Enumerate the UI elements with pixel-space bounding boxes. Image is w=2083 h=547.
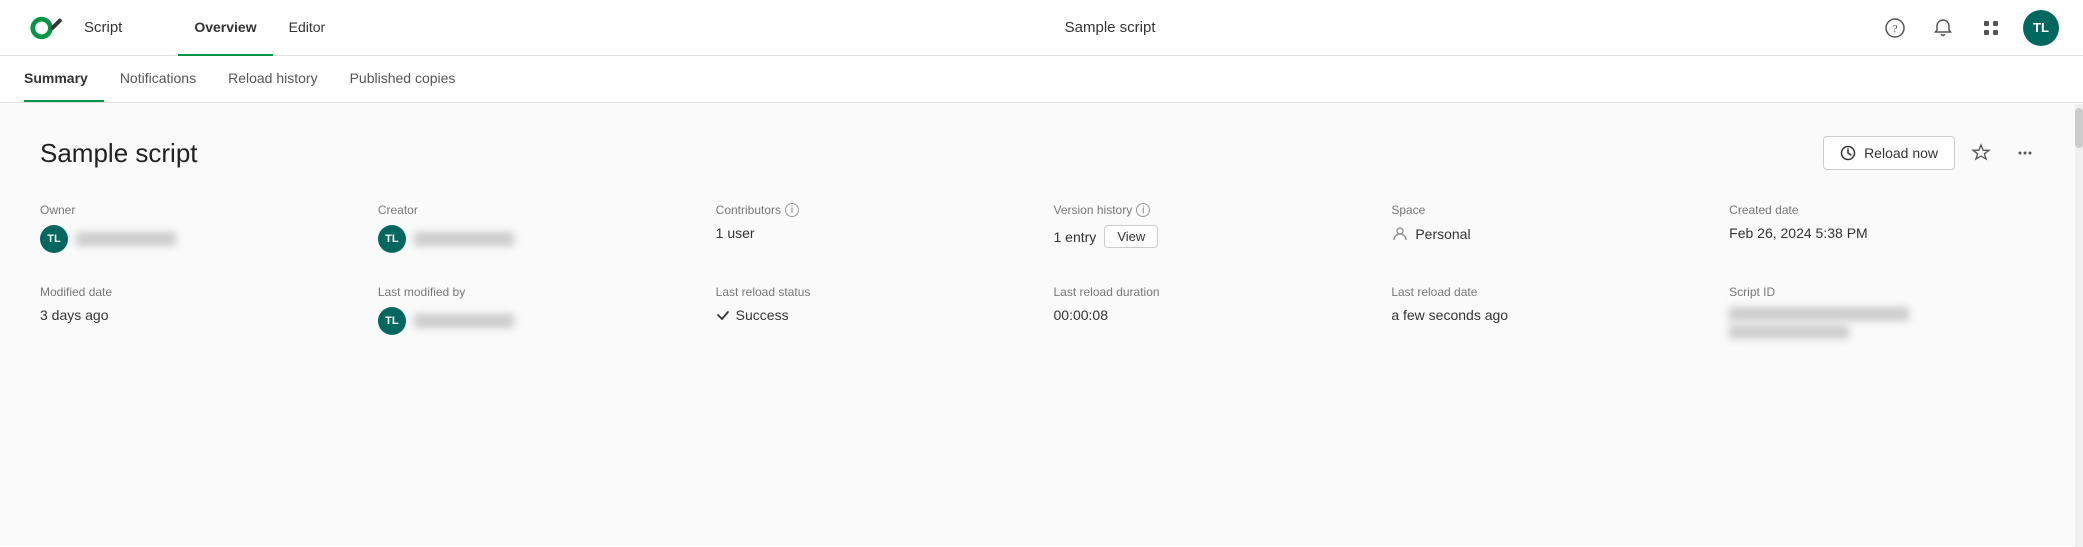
- last-reload-status-label: Last reload status: [716, 285, 1030, 299]
- tab-summary[interactable]: Summary: [24, 56, 104, 102]
- tab-reload-history[interactable]: Reload history: [212, 56, 334, 102]
- last-reload-duration-label: Last reload duration: [1054, 285, 1368, 299]
- last-modified-by-name: [414, 314, 514, 328]
- top-nav: Script Overview Editor Sample script ?: [0, 0, 2083, 56]
- bell-icon: [1933, 18, 1953, 38]
- meta-script-id: Script ID: [1729, 285, 2043, 339]
- nav-links: Overview Editor: [178, 0, 341, 56]
- script-id-value: [1729, 307, 2043, 339]
- modified-date-label: Modified date: [40, 285, 354, 299]
- contributors-info-icon[interactable]: i: [785, 203, 799, 217]
- contributors-label-row: Contributors i: [716, 203, 1030, 217]
- version-view-button[interactable]: View: [1104, 225, 1158, 248]
- meta-creator: Creator TL: [378, 203, 692, 253]
- meta-last-modified-by: Last modified by TL: [378, 285, 692, 339]
- owner-name: [76, 232, 176, 246]
- meta-last-reload-status: Last reload status Success: [716, 285, 1030, 339]
- meta-owner: Owner TL: [40, 203, 354, 253]
- version-history-value: 1 entry: [1054, 229, 1097, 245]
- scrollbar-thumb[interactable]: [2075, 108, 2083, 148]
- reload-status-row: Success: [716, 307, 1030, 323]
- script-id-line1: [1729, 307, 1909, 321]
- creator-row: TL: [378, 225, 692, 253]
- contributors-value: 1 user: [716, 225, 1030, 241]
- contributors-label: Contributors: [716, 203, 781, 217]
- last-modified-by-avatar: TL: [378, 307, 406, 335]
- space-value-row: Personal: [1391, 225, 1705, 243]
- sub-tabs: Summary Notifications Reload history Pub…: [0, 56, 2083, 103]
- tab-published-copies[interactable]: Published copies: [334, 56, 472, 102]
- meta-contributors: Contributors i 1 user: [716, 203, 1030, 253]
- script-id-label: Script ID: [1729, 285, 2043, 299]
- last-reload-status-value: Success: [736, 307, 789, 323]
- last-modified-by-label: Last modified by: [378, 285, 692, 299]
- last-modified-by-row: TL: [378, 307, 692, 335]
- user-avatar[interactable]: TL: [2023, 10, 2059, 46]
- owner-label: Owner: [40, 203, 354, 217]
- nav-center-title: Sample script: [341, 19, 1879, 36]
- scrollbar[interactable]: [2075, 104, 2083, 547]
- more-options-button[interactable]: [2007, 135, 2043, 171]
- more-icon: [2015, 143, 2035, 163]
- nav-link-overview[interactable]: Overview: [178, 0, 272, 56]
- main-content: Sample script Reload now: [0, 103, 2083, 546]
- page-title: Sample script: [40, 138, 198, 169]
- reload-now-button[interactable]: Reload now: [1823, 136, 1955, 170]
- created-date-value: Feb 26, 2024 5:38 PM: [1729, 225, 2043, 241]
- meta-last-reload-duration: Last reload duration 00:00:08: [1054, 285, 1368, 339]
- content-header: Sample script Reload now: [40, 135, 2043, 171]
- last-reload-date-label: Last reload date: [1391, 285, 1705, 299]
- nav-script-label: Script: [84, 19, 122, 36]
- script-id-line2: [1729, 325, 1849, 339]
- metadata-grid: Owner TL Creator TL Contributors i 1 use…: [40, 203, 2043, 339]
- version-history-info-icon[interactable]: i: [1136, 203, 1150, 217]
- reload-icon: [1840, 145, 1856, 161]
- help-icon: ?: [1885, 18, 1905, 38]
- meta-space: Space Personal: [1391, 203, 1705, 253]
- creator-label: Creator: [378, 203, 692, 217]
- owner-row: TL: [40, 225, 354, 253]
- svg-text:?: ?: [1892, 21, 1897, 35]
- meta-modified-date: Modified date 3 days ago: [40, 285, 354, 339]
- person-icon: [1391, 225, 1409, 243]
- last-reload-date-value: a few seconds ago: [1391, 307, 1705, 323]
- check-icon: [716, 308, 730, 322]
- grid-icon: [1981, 18, 2001, 38]
- tab-notifications[interactable]: Notifications: [104, 56, 212, 102]
- meta-version-history: Version history i 1 entry View: [1054, 203, 1368, 253]
- created-date-label: Created date: [1729, 203, 2043, 217]
- logo-area: Script: [24, 12, 146, 44]
- version-history-row: 1 entry View: [1054, 225, 1368, 248]
- qlik-logo: [24, 12, 72, 44]
- creator-name: [414, 232, 514, 246]
- header-actions: Reload now: [1823, 135, 2043, 171]
- creator-avatar: TL: [378, 225, 406, 253]
- modified-date-value: 3 days ago: [40, 307, 354, 323]
- space-value: Personal: [1415, 226, 1470, 242]
- notifications-button[interactable]: [1927, 12, 1959, 44]
- nav-link-editor[interactable]: Editor: [273, 0, 342, 56]
- star-icon: [1971, 143, 1991, 163]
- help-button[interactable]: ?: [1879, 12, 1911, 44]
- space-label: Space: [1391, 203, 1705, 217]
- apps-button[interactable]: [1975, 12, 2007, 44]
- owner-avatar: TL: [40, 225, 68, 253]
- meta-last-reload-date: Last reload date a few seconds ago: [1391, 285, 1705, 339]
- nav-actions: ? TL: [1879, 10, 2059, 46]
- favorite-button[interactable]: [1963, 135, 1999, 171]
- last-reload-duration-value: 00:00:08: [1054, 307, 1368, 323]
- meta-created-date: Created date Feb 26, 2024 5:38 PM: [1729, 203, 2043, 253]
- version-history-label: Version history: [1054, 203, 1133, 217]
- version-history-label-row: Version history i: [1054, 203, 1368, 217]
